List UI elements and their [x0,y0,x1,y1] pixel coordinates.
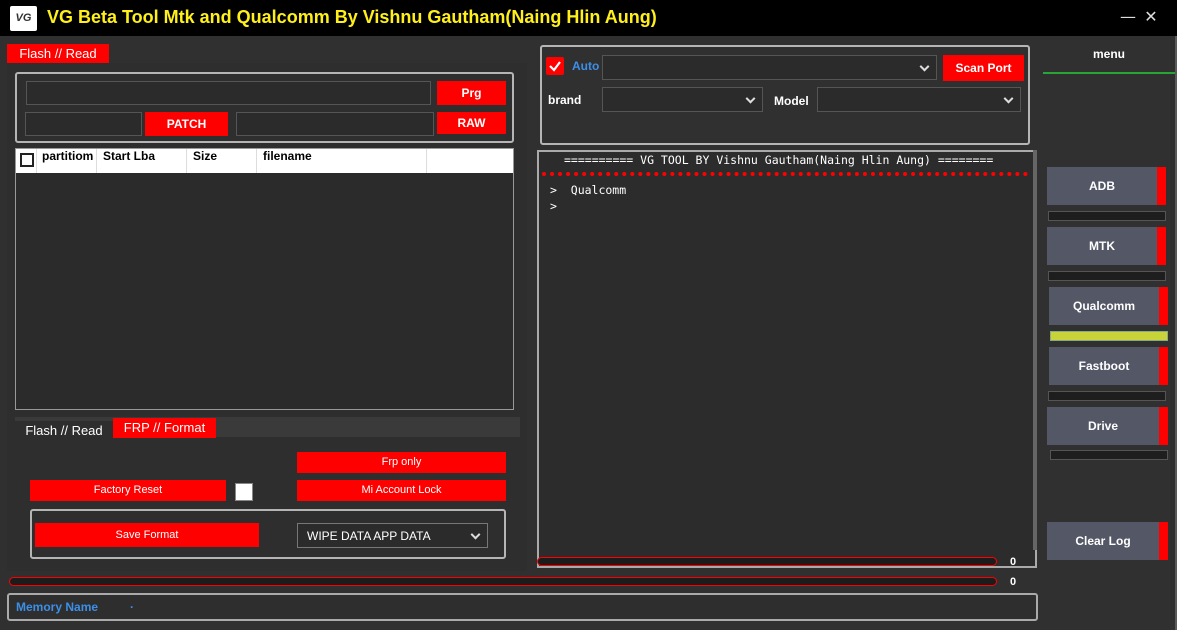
mi-account-lock-button[interactable]: Mi Account Lock [297,480,506,501]
main-progress-value: 0 [1010,576,1017,588]
partition-table: partitiom Start Lba Size filename [15,148,514,410]
log-line: > [550,199,557,213]
auto-checkbox[interactable] [546,57,564,75]
frp-only-button[interactable]: Frp only [297,452,506,473]
chevron-down-icon [470,529,481,540]
menu-item-fastboot[interactable]: Fastboot [1049,347,1168,385]
main-progress-bar [9,577,997,586]
app-window: VG VG Beta Tool Mtk and Qualcomm By Vish… [0,0,1177,630]
chevron-down-icon [1003,93,1014,104]
wipe-mode-select[interactable]: WIPE DATA APP DATA [297,523,488,548]
model-select[interactable] [817,87,1021,112]
memory-name-label: Memory Name [16,600,99,614]
menu-item-drive[interactable]: Drive [1047,407,1168,445]
menu-indicator-mtk [1048,271,1166,281]
brand-label: brand [548,93,582,107]
patch-file-input[interactable] [25,112,142,136]
port-select[interactable] [602,55,937,80]
window-title: VG Beta Tool Mtk and Qualcomm By Vishnu … [47,7,657,27]
subtab-flash-read[interactable]: Flash // Read [15,421,113,441]
brand-select[interactable] [602,87,763,112]
chevron-down-icon [919,61,930,72]
minimize-button[interactable]: — [1117,6,1139,28]
clear-log-button[interactable]: Clear Log [1047,522,1168,560]
select-all-cell [16,149,37,173]
menu-item-adb[interactable]: ADB [1047,167,1166,205]
menu-header: menu [1043,36,1175,74]
patch-button[interactable]: PATCH [145,112,228,136]
app-logo: VG [10,6,37,31]
table-header: partitiom Start Lba Size filename [16,149,513,173]
raw-button[interactable]: RAW [437,112,506,134]
wipe-mode-value: WIPE DATA APP DATA [307,529,431,543]
close-button[interactable]: ✕ [1140,6,1162,28]
log-line: > Qualcomm [550,183,627,197]
memory-name-value: . [130,597,134,611]
tab-flash-read[interactable]: Flash // Read [7,44,109,64]
log-divider [542,172,1028,176]
factory-reset-button[interactable]: Factory Reset [30,480,226,501]
factory-reset-checkbox[interactable] [235,483,253,501]
column-header[interactable]: filename [257,149,427,173]
chevron-down-icon [745,93,756,104]
log-progress-value: 0 [1010,556,1017,568]
save-format-button[interactable]: Save Format [35,523,259,547]
menu-indicator-qualcomm [1050,331,1168,341]
log-scrollbar[interactable] [1033,150,1037,550]
check-icon [549,61,561,72]
menu-item-qualcomm[interactable]: Qualcomm [1049,287,1168,325]
menu-item-mtk[interactable]: MTK [1047,227,1166,265]
column-header[interactable]: Start Lba [97,149,187,173]
scan-port-button[interactable]: Scan Port [943,55,1024,81]
menu-indicator-drive [1050,450,1168,460]
log-progress-bar [537,557,997,566]
status-footer [7,593,1038,621]
column-header[interactable]: Size [187,149,257,173]
prg-button[interactable]: Prg [437,81,506,105]
select-all-checkbox[interactable] [20,153,34,167]
prg-file-input[interactable] [26,81,431,105]
menu-indicator-adb [1048,211,1166,221]
raw-file-input[interactable] [236,112,434,136]
model-label: Model [774,94,809,108]
column-header[interactable]: partitiom [37,149,97,173]
menu-indicator-fastboot [1048,391,1166,401]
subtab-frp-format[interactable]: FRP // Format [113,418,216,438]
log-panel[interactable] [537,150,1037,568]
auto-label: Auto [572,59,600,73]
log-header: ========== VG TOOL BY Vishnu Gautham(Nai… [564,153,994,167]
